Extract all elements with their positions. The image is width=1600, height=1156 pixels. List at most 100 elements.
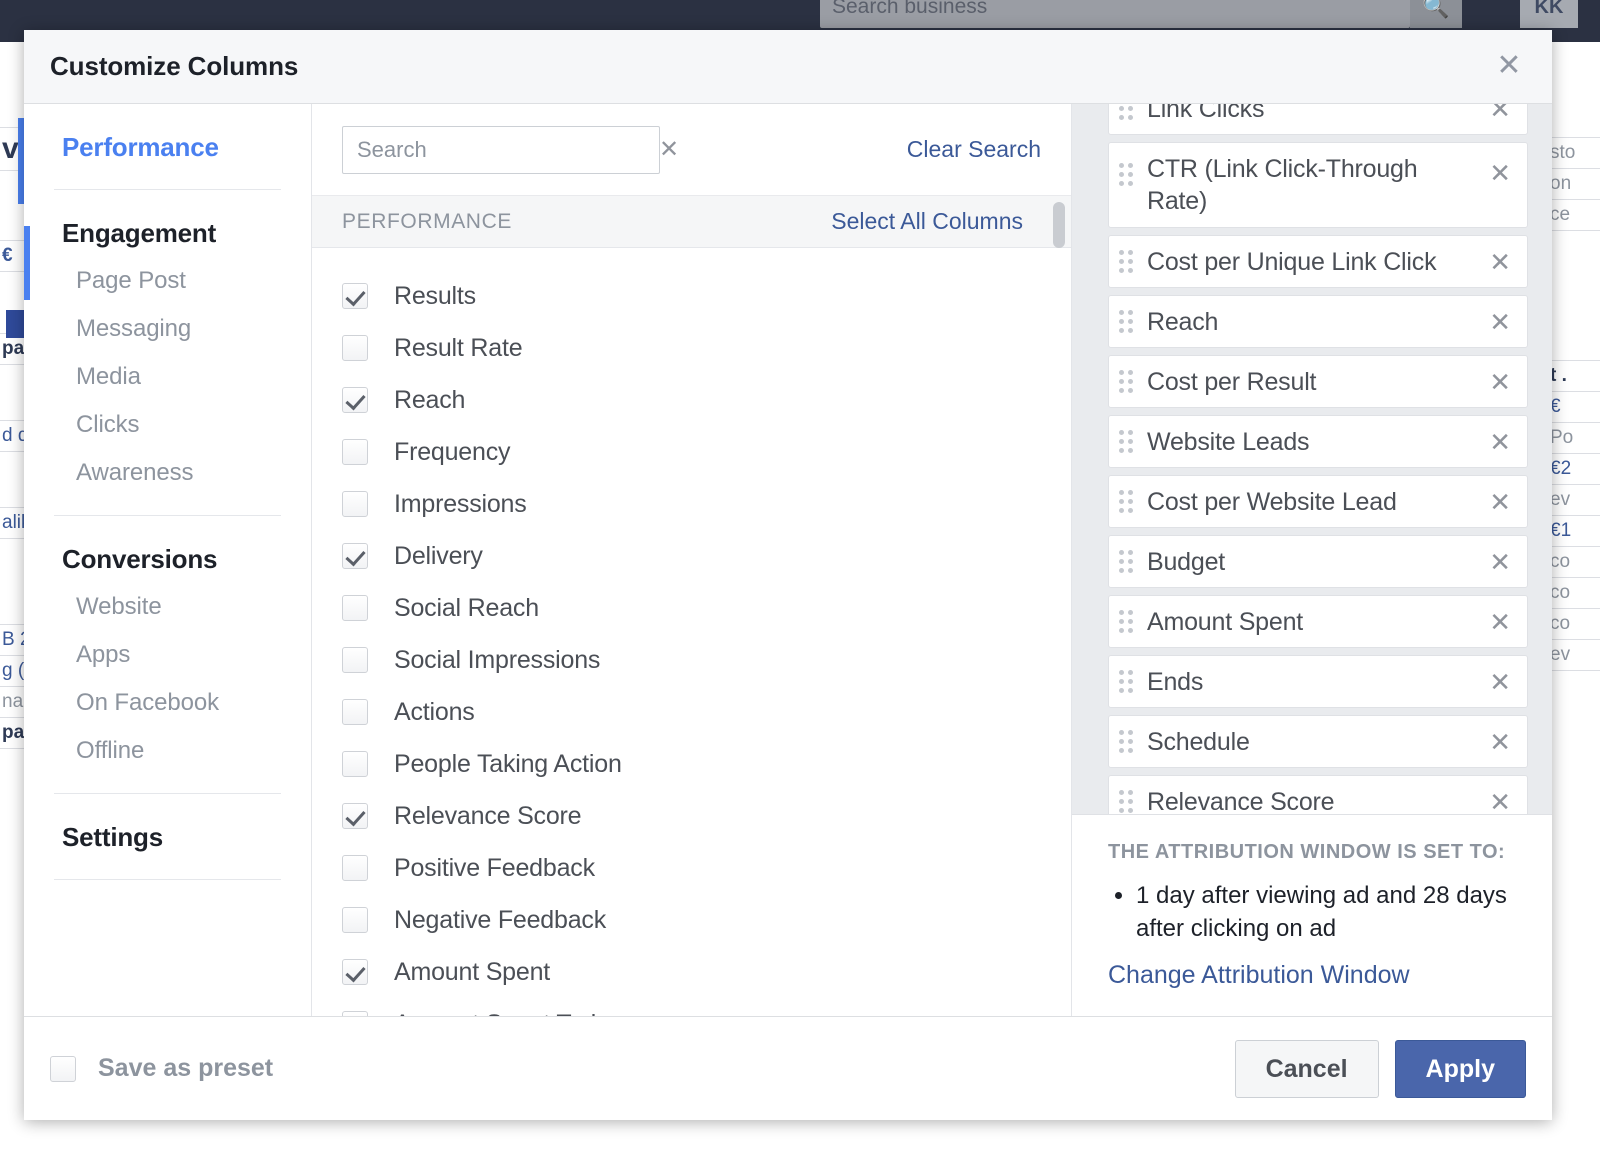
selected-column-label: Ends: [1147, 666, 1213, 698]
selected-column-item[interactable]: Cost per Unique Link Click✕: [1108, 235, 1528, 288]
nav-group-conversions: Conversions Website Apps On Facebook Off…: [54, 516, 281, 794]
search-box[interactable]: ✕: [342, 126, 660, 174]
selected-column-item[interactable]: Relevance Score✕: [1108, 775, 1528, 814]
selected-column-item[interactable]: Budget✕: [1108, 535, 1528, 588]
checkbox-checked-icon[interactable]: [342, 543, 368, 569]
drag-handle-icon[interactable]: [1115, 730, 1137, 754]
drag-handle-icon[interactable]: [1115, 310, 1137, 334]
column-option-row[interactable]: Amount Spent Today: [342, 998, 1041, 1016]
column-option-row[interactable]: Amount Spent: [342, 946, 1041, 998]
column-option-row[interactable]: Delivery: [342, 530, 1041, 582]
avatar[interactable]: KK: [1520, 0, 1578, 28]
column-option-label: Social Impressions: [394, 646, 600, 675]
column-option-row[interactable]: People Taking Action: [342, 738, 1041, 790]
business-search-field[interactable]: Search business: [820, 0, 1410, 28]
remove-column-icon[interactable]: ✕: [1485, 785, 1515, 815]
apply-button[interactable]: Apply: [1395, 1040, 1526, 1098]
search-input[interactable]: [343, 137, 659, 163]
save-as-preset-checkbox[interactable]: [50, 1056, 76, 1082]
column-option-row[interactable]: Positive Feedback: [342, 842, 1041, 894]
sidebar-item-clicks[interactable]: Clicks: [54, 401, 281, 449]
selected-column-item[interactable]: Cost per Result✕: [1108, 355, 1528, 408]
search-icon[interactable]: 🔍: [1410, 0, 1462, 28]
selected-column-item[interactable]: Amount Spent✕: [1108, 595, 1528, 648]
checkbox-icon[interactable]: [342, 699, 368, 725]
remove-column-icon[interactable]: ✕: [1485, 665, 1515, 699]
remove-column-icon[interactable]: ✕: [1485, 485, 1515, 519]
remove-column-icon[interactable]: ✕: [1485, 365, 1515, 399]
checkbox-icon[interactable]: [342, 491, 368, 517]
column-option-row[interactable]: Negative Feedback: [342, 894, 1041, 946]
column-option-row[interactable]: Social Reach: [342, 582, 1041, 634]
selected-column-item[interactable]: Link Clicks✕: [1108, 104, 1528, 135]
selected-column-item[interactable]: Website Leads✕: [1108, 415, 1528, 468]
sidebar-item-offline[interactable]: Offline: [54, 727, 281, 775]
remove-column-icon[interactable]: ✕: [1485, 545, 1515, 579]
remove-column-icon[interactable]: ✕: [1485, 725, 1515, 759]
checkbox-icon[interactable]: [342, 595, 368, 621]
sidebar-item-on-facebook[interactable]: On Facebook: [54, 679, 281, 727]
clear-search-link[interactable]: Clear Search: [907, 136, 1041, 163]
drag-handle-icon[interactable]: [1115, 104, 1137, 121]
checkbox-icon[interactable]: [342, 1011, 368, 1016]
column-option-row[interactable]: Actions: [342, 686, 1041, 738]
column-option-row[interactable]: Results: [342, 270, 1041, 322]
drag-handle-icon[interactable]: [1115, 250, 1137, 274]
remove-column-icon[interactable]: ✕: [1485, 305, 1515, 339]
drag-handle-icon[interactable]: [1115, 670, 1137, 694]
sidebar-item-media[interactable]: Media: [54, 353, 281, 401]
drag-handle-icon[interactable]: [1115, 430, 1137, 454]
scrollbar-thumb[interactable]: [1053, 202, 1065, 248]
checkbox-checked-icon[interactable]: [342, 803, 368, 829]
checkbox-icon[interactable]: [342, 335, 368, 361]
selected-column-item[interactable]: Schedule✕: [1108, 715, 1528, 768]
checkbox-checked-icon[interactable]: [342, 283, 368, 309]
sidebar-heading-engagement[interactable]: Engagement: [54, 190, 281, 257]
checkbox-icon[interactable]: [342, 647, 368, 673]
checkbox-icon[interactable]: [342, 907, 368, 933]
drag-handle-icon[interactable]: [1115, 370, 1137, 394]
sidebar-heading-conversions[interactable]: Conversions: [54, 516, 281, 583]
checkbox-icon[interactable]: [342, 439, 368, 465]
sidebar-item-awareness[interactable]: Awareness: [54, 449, 281, 497]
sidebar-item-apps[interactable]: Apps: [54, 631, 281, 679]
remove-column-icon[interactable]: ✕: [1485, 245, 1515, 279]
sidebar-item-website[interactable]: Website: [54, 583, 281, 631]
checkbox-checked-icon[interactable]: [342, 959, 368, 985]
sidebar-item-performance[interactable]: Performance: [54, 104, 281, 171]
column-option-row[interactable]: Frequency: [342, 426, 1041, 478]
sidebar-item-settings[interactable]: Settings: [54, 794, 281, 861]
selected-column-item[interactable]: Reach✕: [1108, 295, 1528, 348]
column-option-row[interactable]: Result Rate: [342, 322, 1041, 374]
column-option-row[interactable]: Impressions: [342, 478, 1041, 530]
checkbox-checked-icon[interactable]: [342, 387, 368, 413]
drag-handle-icon[interactable]: [1115, 790, 1137, 814]
change-attribution-window-link[interactable]: Change Attribution Window: [1108, 961, 1522, 990]
customize-columns-dialog: Customize Columns ✕ Performance Engageme…: [24, 30, 1552, 1120]
remove-column-icon[interactable]: ✕: [1485, 156, 1515, 190]
drag-handle-icon[interactable]: [1115, 490, 1137, 514]
cancel-button[interactable]: Cancel: [1235, 1040, 1379, 1098]
drag-handle-icon[interactable]: [1115, 610, 1137, 634]
drag-handle-icon[interactable]: [1115, 550, 1137, 574]
sidebar-item-page-post[interactable]: Page Post: [54, 257, 281, 305]
selected-column-item[interactable]: CTR (Link Click-Through Rate)✕: [1108, 142, 1528, 228]
selected-column-item[interactable]: Ends ✕: [1108, 655, 1528, 708]
save-as-preset-control[interactable]: Save as preset: [50, 1054, 273, 1083]
checkbox-icon[interactable]: [342, 751, 368, 777]
column-option-label: People Taking Action: [394, 750, 622, 779]
column-option-row[interactable]: Social Impressions: [342, 634, 1041, 686]
drag-handle-icon[interactable]: [1115, 163, 1137, 187]
column-option-row[interactable]: Relevance Score: [342, 790, 1041, 842]
select-all-columns-link[interactable]: Select All Columns: [831, 208, 1041, 235]
remove-column-icon[interactable]: ✕: [1485, 425, 1515, 459]
selected-column-item[interactable]: Cost per Website Lead✕: [1108, 475, 1528, 528]
column-option-label: Results: [394, 282, 476, 311]
clear-icon[interactable]: ✕: [659, 138, 695, 162]
remove-column-icon[interactable]: ✕: [1485, 605, 1515, 639]
sidebar-item-messaging[interactable]: Messaging: [54, 305, 281, 353]
checkbox-icon[interactable]: [342, 855, 368, 881]
remove-column-icon[interactable]: ✕: [1485, 104, 1515, 126]
close-icon[interactable]: ✕: [1492, 50, 1526, 84]
column-option-row[interactable]: Reach: [342, 374, 1041, 426]
